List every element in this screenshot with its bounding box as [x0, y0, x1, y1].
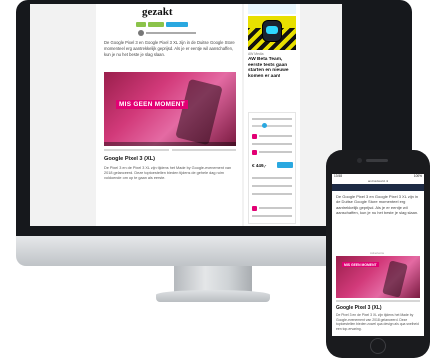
article-tags — [136, 22, 188, 27]
telekom-icon — [252, 205, 257, 211]
robot-icon — [262, 20, 282, 42]
section-heading: Google Pixel 3 (XL) — [336, 305, 382, 311]
widget-row — [252, 116, 292, 122]
sidebar-article-title[interactable]: AW Beta Team, eerste tests gaan starten … — [248, 57, 296, 79]
price-slider[interactable] — [252, 123, 292, 128]
widget-row — [252, 213, 292, 219]
sidebar-thumbnail[interactable] — [248, 16, 296, 50]
sidebar-kicker: AW Media — [248, 52, 264, 56]
image-caption — [104, 147, 236, 153]
article-body: De Pixel 3 en de Pixel 3 XL zijn tijdens… — [104, 166, 232, 181]
widget-row — [252, 133, 292, 139]
section-heading: Google Pixel 3 (XL) — [104, 156, 155, 162]
ad-label: Advertentie — [370, 251, 385, 255]
telekom-icon — [252, 133, 257, 139]
sidebar-header — [248, 4, 296, 14]
widget-cta-button[interactable] — [277, 162, 293, 168]
widget-row — [252, 175, 292, 181]
article-intro: De Google Pixel 3 en Google Pixel 3 XL z… — [336, 194, 419, 216]
avatar — [138, 30, 144, 36]
widget-row — [252, 183, 292, 189]
imac-foot — [156, 290, 270, 302]
article-intro: De Google Pixel 3 en Google Pixel 3 XL z… — [104, 40, 235, 57]
hero-image[interactable]: MIS GEEN MOMENT — [104, 72, 236, 146]
hero-image[interactable]: MIS GEEN MOMENT — [336, 256, 420, 298]
video-controls[interactable] — [104, 142, 236, 146]
iphone-mockup: 13:58 100% androidworld.nl De Google Pix… — [326, 150, 430, 358]
telekom-icon — [252, 149, 257, 155]
widget-price: € 449,- — [252, 163, 267, 168]
desktop-sidebar: AW Media AW Beta Team, eerste tests gaan… — [244, 4, 300, 226]
image-caption — [336, 300, 420, 302]
article-body: De Pixel 3 en de Pixel 3 XL zijn tijdens… — [336, 313, 419, 331]
widget-row — [252, 149, 292, 155]
article-author — [138, 30, 196, 36]
tag-chip[interactable] — [148, 22, 164, 27]
speaker-grille — [366, 159, 388, 162]
imac-stand — [174, 266, 252, 292]
home-button[interactable] — [370, 338, 386, 354]
widget-row — [252, 191, 292, 197]
widget-row — [252, 205, 292, 211]
widget-row — [252, 141, 292, 147]
hero-banner-text: MIS GEEN MOMENT — [116, 100, 188, 109]
desktop-screen: gezakt De Google Pixel 3 en Google Pixel… — [30, 4, 342, 226]
tag-chip[interactable] — [136, 22, 146, 27]
site-navbar[interactable] — [332, 184, 424, 191]
author-meta — [146, 32, 196, 34]
tag-chip[interactable] — [166, 22, 188, 27]
address-bar[interactable]: androidworld.nl — [332, 179, 424, 183]
price-widget: € 449,- — [248, 112, 296, 224]
desktop-article: gezakt De Google Pixel 3 en Google Pixel… — [96, 4, 242, 226]
article-title: gezakt — [142, 6, 173, 18]
phone-screen: 13:58 100% androidworld.nl De Google Pix… — [332, 174, 424, 336]
camera-icon — [357, 158, 362, 163]
hero-banner-text: MIS GEEN MOMENT — [342, 262, 379, 267]
